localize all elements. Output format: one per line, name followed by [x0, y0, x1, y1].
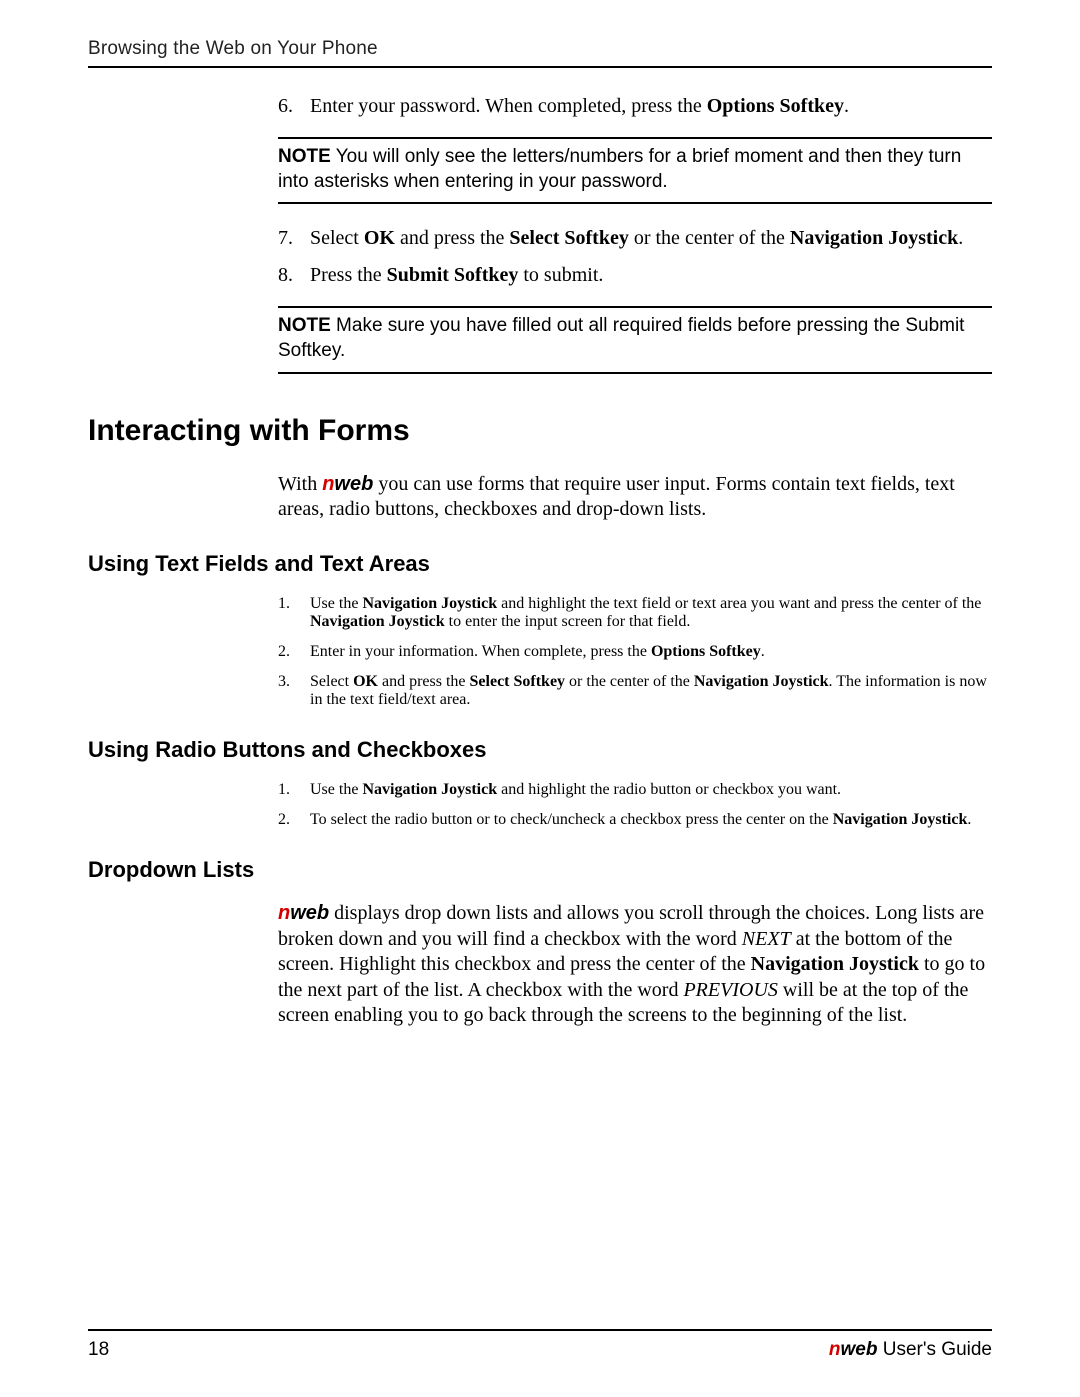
step-2: 2. Enter in your information. When compl… [278, 643, 992, 661]
section-heading: Interacting with Forms [88, 414, 992, 448]
step-3: 3. Select OK and press the Select Softke… [278, 673, 992, 709]
brand-n: n [278, 902, 290, 924]
bold-term: Navigation Joystick [362, 595, 497, 612]
step-7: 7. Select OK and press the Select Softke… [278, 226, 992, 251]
step-1: 1. Use the Navigation Joystick and highl… [278, 595, 992, 631]
note-label: NOTE [278, 146, 331, 167]
step-number: 6. [278, 94, 293, 119]
bold-term: Options Softkey [651, 643, 761, 660]
step-text: . [844, 95, 849, 117]
step-text: and press the [378, 673, 470, 690]
step-text: . [761, 643, 765, 660]
italic-term: PREVIOUS [683, 979, 777, 1001]
step-text: or the center of the [565, 673, 694, 690]
steps-list-top: 6. Enter your password. When completed, … [278, 94, 992, 119]
page-body: Browsing the Web on Your Phone 6. Enter … [88, 38, 992, 1029]
step-text: . [958, 227, 963, 249]
step-text: Select [310, 673, 353, 690]
bold-term: Select Softkey [509, 227, 628, 249]
step-text: Use the [310, 781, 362, 798]
bold-term: Navigation Joystick [362, 781, 497, 798]
step-number: 3. [278, 673, 290, 691]
step-number: 8. [278, 263, 293, 288]
step-number: 1. [278, 595, 290, 613]
dropdown-para: nweb displays drop down lists and allows… [278, 901, 992, 1029]
step-text: Enter your password. When completed, pre… [310, 95, 707, 117]
para-text: With [278, 473, 322, 495]
bold-term: Select Softkey [470, 673, 566, 690]
step-text: and press the [395, 227, 509, 249]
para-text: you can use forms that require user inpu… [278, 473, 955, 521]
step-text: . [967, 811, 971, 828]
brand-n: n [829, 1339, 841, 1360]
bold-term: Navigation Joystick [790, 227, 958, 249]
brand-web: web [290, 902, 329, 924]
section-intro-para: With nweb you can use forms that require… [278, 472, 992, 523]
step-6: 6. Enter your password. When completed, … [278, 94, 992, 119]
bold-term: Navigation Joystick [751, 953, 919, 975]
brand-web: web [841, 1339, 878, 1360]
page-number: 18 [88, 1339, 109, 1361]
footer-text: User's Guide [877, 1339, 992, 1360]
page-footer: 18 nweb User's Guide [88, 1329, 992, 1361]
step-text: or the center of the [629, 227, 790, 249]
footer-guide-label: nweb User's Guide [829, 1339, 992, 1361]
note-box: NOTE Make sure you have filled out all r… [278, 306, 992, 373]
step-text: and highlight the text field or text are… [497, 595, 981, 612]
running-header: Browsing the Web on Your Phone [88, 38, 992, 68]
italic-term: NEXT [742, 928, 791, 950]
step-number: 2. [278, 643, 290, 661]
brand-web: web [334, 473, 373, 495]
step-number: 7. [278, 226, 293, 251]
note-text: You will only see the letters/numbers fo… [278, 146, 961, 192]
note-label: NOTE [278, 315, 331, 336]
bold-term: Navigation Joystick [310, 613, 445, 630]
bold-term: OK [364, 227, 395, 249]
note-text: Make sure you have filled out all requir… [278, 315, 964, 361]
brand-n: n [322, 473, 334, 495]
subsection-heading-radio-checkboxes: Using Radio Buttons and Checkboxes [88, 737, 992, 763]
subsection-heading-text-fields: Using Text Fields and Text Areas [88, 551, 992, 577]
bold-term: Options Softkey [707, 95, 844, 117]
steps-text-fields: 1. Use the Navigation Joystick and highl… [278, 595, 992, 709]
note-box: NOTE You will only see the letters/numbe… [278, 137, 992, 204]
step-text: to enter the input screen for that field… [445, 613, 691, 630]
bold-term: OK [353, 673, 378, 690]
step-text: Enter in your information. When complete… [310, 643, 651, 660]
content-column: 6. Enter your password. When completed, … [278, 94, 992, 374]
bold-term: Submit Softkey [387, 264, 519, 286]
step-2: 2. To select the radio button or to chec… [278, 811, 992, 829]
step-text: to submit. [518, 264, 603, 286]
section-interacting-with-forms: Interacting with Forms With nweb you can… [88, 414, 992, 1029]
step-number: 1. [278, 781, 290, 799]
step-text: Select [310, 227, 364, 249]
step-text: To select the radio button or to check/u… [310, 811, 833, 828]
steps-list-bottom: 7. Select OK and press the Select Softke… [278, 226, 992, 288]
step-number: 2. [278, 811, 290, 829]
step-text: and highlight the radio button or checkb… [497, 781, 841, 798]
step-text: Use the [310, 595, 362, 612]
subsection-heading-dropdown: Dropdown Lists [88, 857, 992, 883]
step-8: 8. Press the Submit Softkey to submit. [278, 263, 992, 288]
step-text: Press the [310, 264, 387, 286]
step-1: 1. Use the Navigation Joystick and highl… [278, 781, 992, 799]
steps-radio-checkboxes: 1. Use the Navigation Joystick and highl… [278, 781, 992, 829]
bold-term: Navigation Joystick [694, 673, 829, 690]
bold-term: Navigation Joystick [833, 811, 968, 828]
